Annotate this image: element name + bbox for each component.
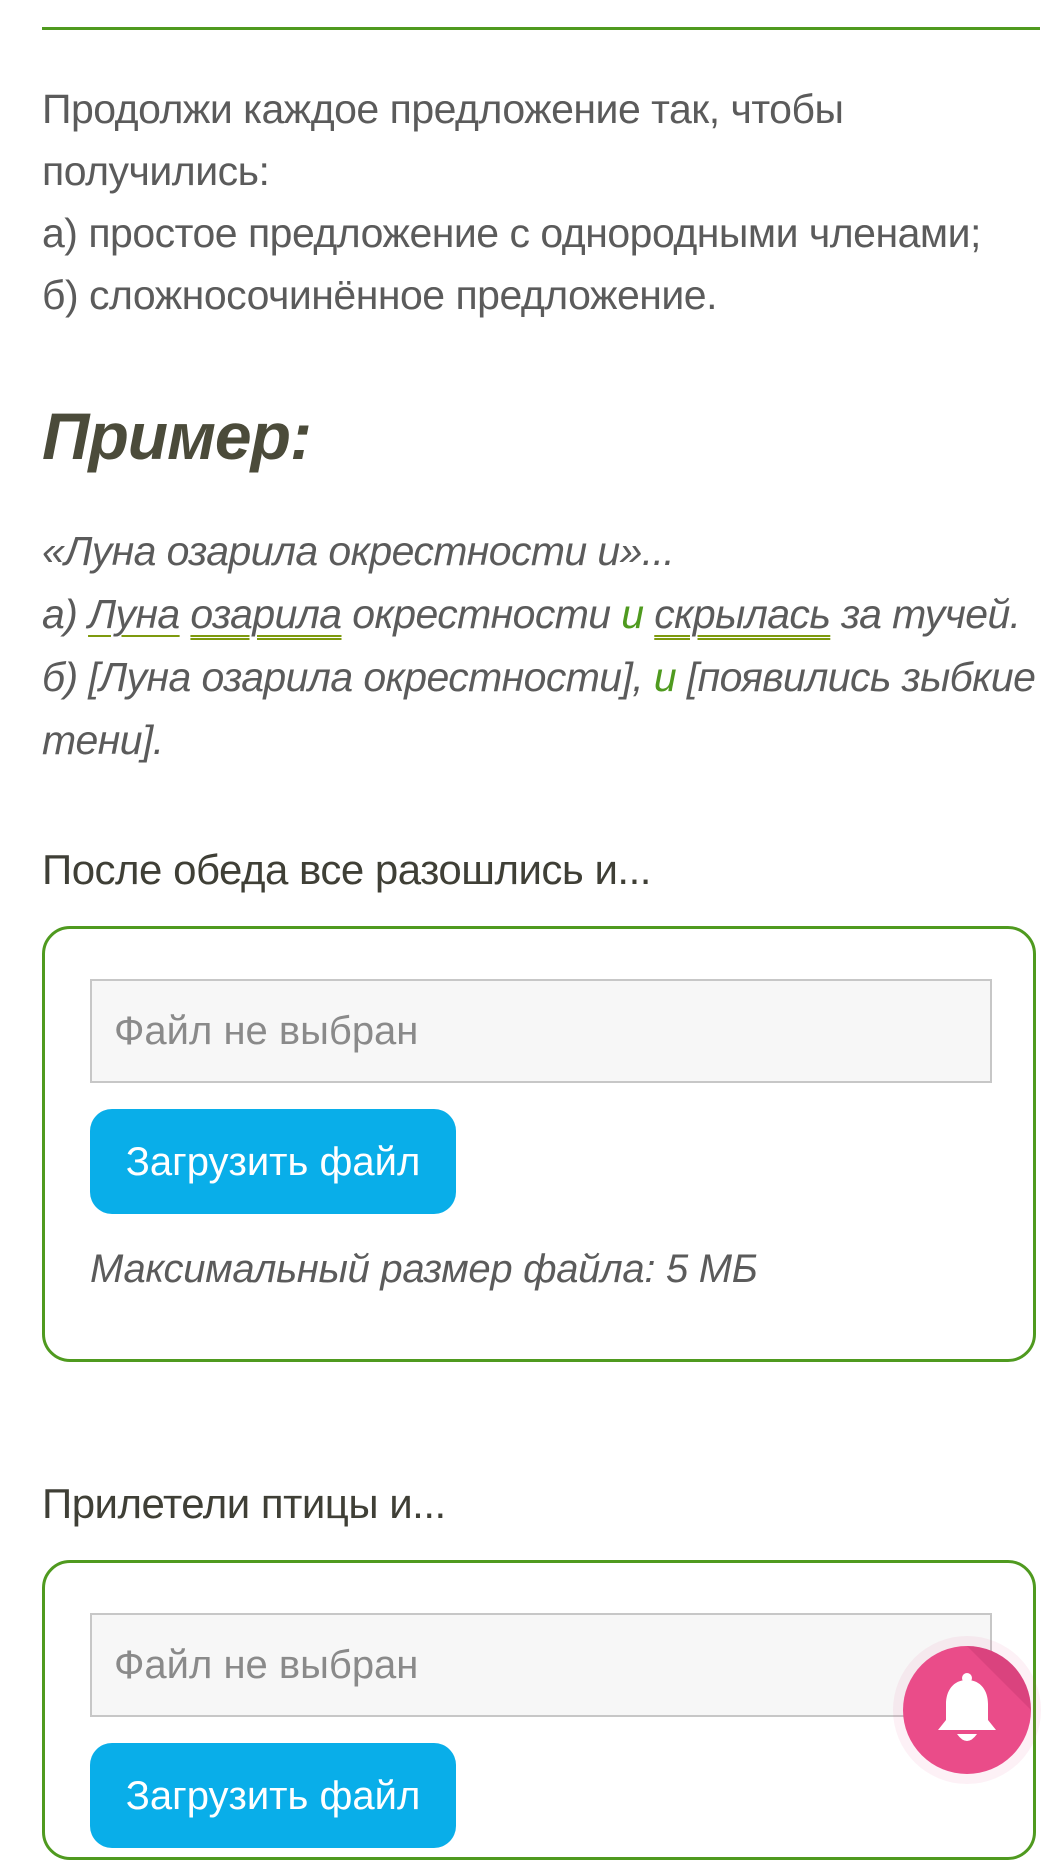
file-status-field[interactable]: Файл не выбран: [90, 1613, 992, 1717]
example-heading: Пример:: [42, 399, 312, 473]
example-b: б) [Луна озарила окрестности], и [появил…: [42, 646, 1036, 709]
notification-button[interactable]: [903, 1646, 1031, 1774]
example-a-prefix: а): [42, 591, 89, 637]
section-divider: [42, 27, 1040, 30]
task-prompt-2: Прилетели птицы и...: [42, 1480, 446, 1527]
file-status-field[interactable]: Файл не выбран: [90, 979, 992, 1083]
example-a-conjunction: и: [621, 591, 644, 637]
bell-icon: [938, 1673, 996, 1741]
upload-file-button[interactable]: Загрузить файл: [90, 1109, 456, 1214]
example-b-prefix: б) [Луна озарила окрестности],: [42, 654, 654, 700]
example-a-predicate-2: скрылась: [654, 591, 831, 637]
instruction-line: получились:: [42, 148, 270, 194]
example-a-predicate-1: озарила: [190, 591, 342, 637]
example-a-end: за тучей.: [830, 591, 1021, 637]
task-prompt-1: После обеда все разошлись и...: [42, 846, 651, 893]
example-a-space: [180, 591, 191, 637]
upload-card-1: Файл не выбран Загрузить файл Максимальн…: [42, 926, 1036, 1362]
example-a-subject: Луна: [88, 591, 180, 637]
instruction-line: Продолжи каждое предложение так, чтобы: [42, 86, 844, 132]
example-b-rest: [появились зыбкие: [676, 654, 1036, 700]
max-file-size-note: Максимальный размер файла: 5 МБ: [90, 1247, 758, 1291]
instruction-line: а) простое предложение с однородными чле…: [42, 210, 981, 256]
example-b-conjunction: и: [653, 654, 677, 700]
example-a: а) Луна озарила окрестности и скрылась з…: [42, 583, 1032, 646]
task-instructions: Продолжи каждое предложение так, чтобы п…: [42, 78, 1022, 326]
example-a-middle: окрестности: [341, 591, 622, 637]
example-a-space: [643, 591, 654, 637]
example-quote: «Луна озарила окрестности и»...: [42, 528, 675, 574]
example-block: «Луна озарила окрестности и»... а) Луна …: [42, 520, 1036, 772]
upload-card-2: Файл не выбран Загрузить файл: [42, 1560, 1036, 1860]
instruction-line: б) сложносочинённое предложение.: [42, 272, 718, 318]
example-b-line-2: тени].: [42, 717, 164, 763]
